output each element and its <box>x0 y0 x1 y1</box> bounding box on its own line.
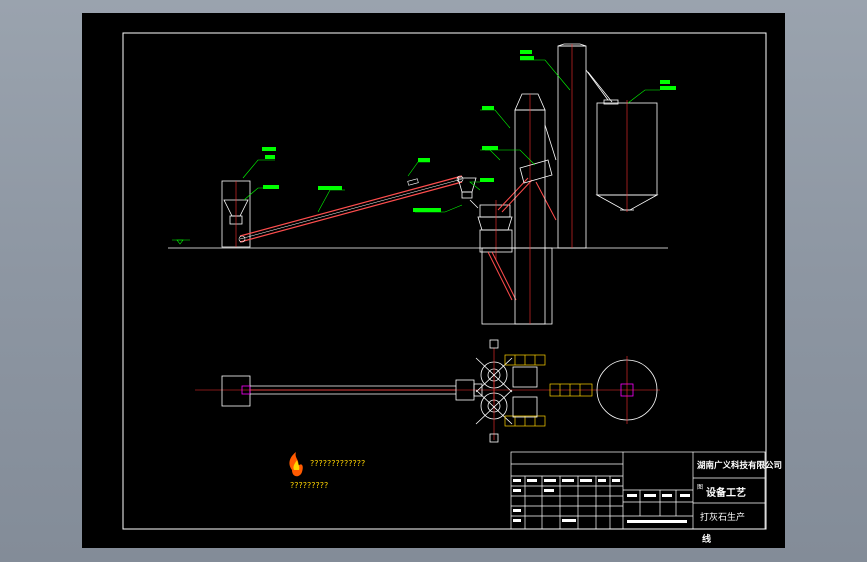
leader-annotations <box>262 50 676 212</box>
storage-silo <box>595 99 659 212</box>
title-drawing-name-1: 设备工艺 <box>706 486 746 499</box>
plan-mill-lower <box>475 380 513 443</box>
leader-lines <box>242 59 660 213</box>
plan-hopper <box>221 375 251 407</box>
title-drawing-name-2: 图 <box>697 484 703 491</box>
crusher-hopper <box>457 177 477 199</box>
logo-subtitle: ????????? <box>290 481 328 490</box>
plan-belt-conveyor <box>250 385 456 395</box>
plan-elevators <box>512 366 538 418</box>
company-logo <box>289 452 303 477</box>
title-block-cell-marks <box>513 479 690 523</box>
title-company: 湖南广义科技有限公司 <box>697 460 782 471</box>
drawing-border <box>122 32 767 530</box>
process-flow-drawing: ????????????? ????????? 湖南广义科技有限公司 设备工艺 … <box>122 32 782 545</box>
title-drawing-name-4: 线 <box>702 533 711 545</box>
title-drawing-name-3: 打灰石生产 <box>700 511 745 523</box>
bucket-elevator-2 <box>557 43 613 249</box>
diagonal-chutes <box>487 177 557 301</box>
elevation-marker <box>172 239 190 245</box>
logo-title: ????????????? <box>310 459 365 468</box>
feed-hopper <box>221 180 251 248</box>
plan-screw-conveyors <box>504 354 593 427</box>
vertical-mill <box>469 199 553 325</box>
